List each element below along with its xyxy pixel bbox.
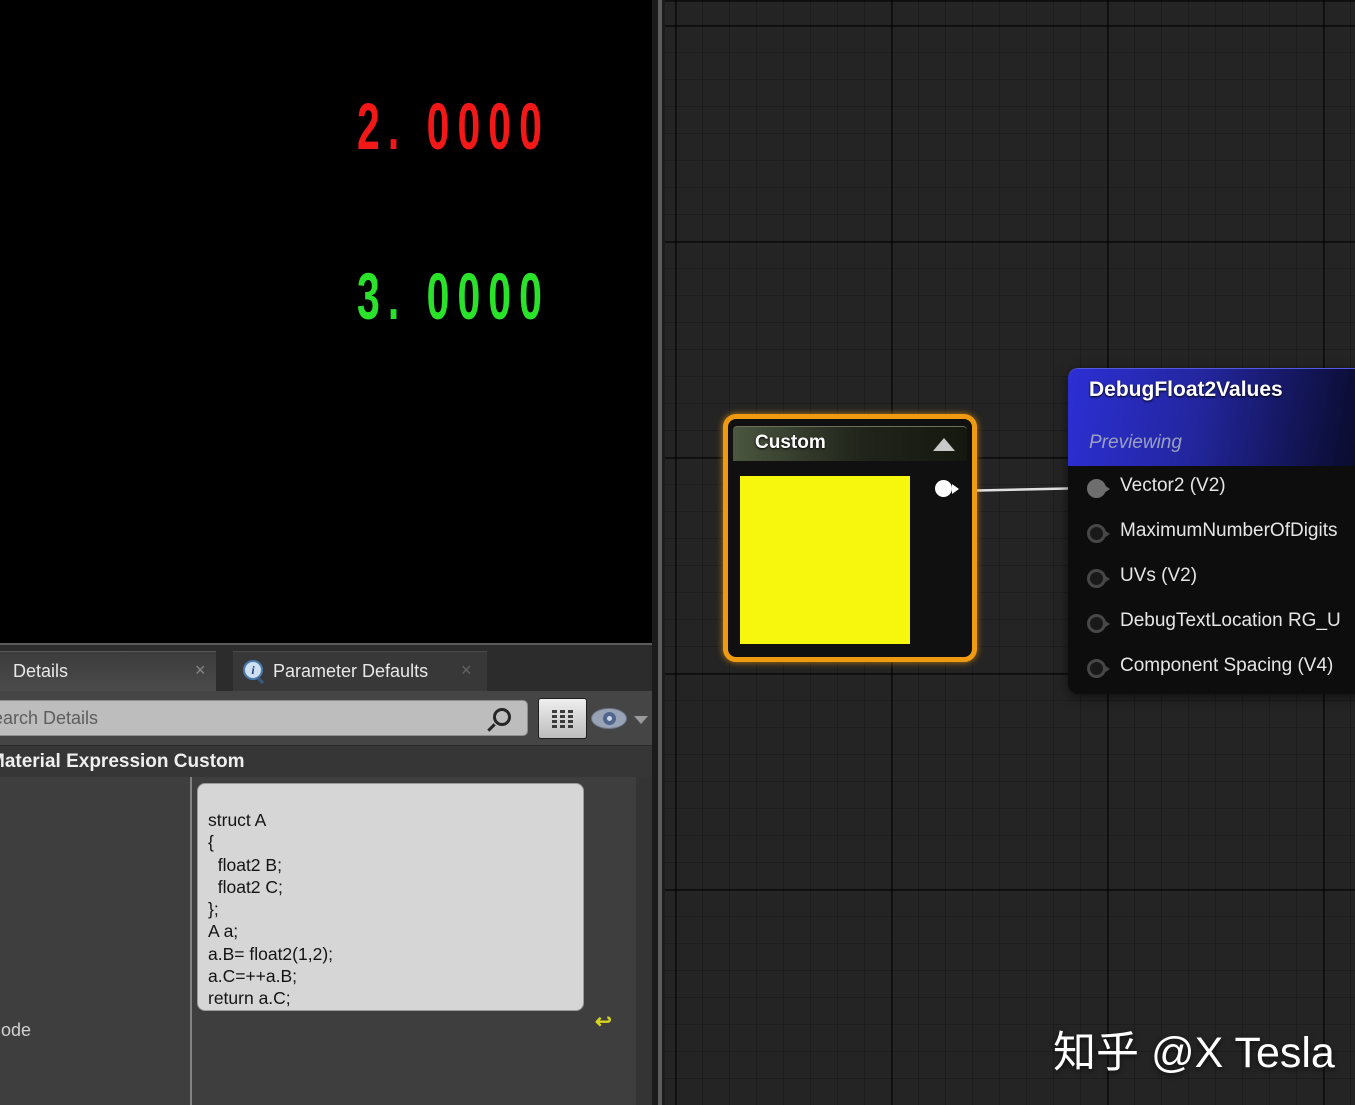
watermark: 知乎 @X Tesla (1053, 1029, 1335, 1077)
code-label: Code (0, 1020, 32, 1040)
close-icon[interactable]: × (461, 660, 472, 681)
search-details-box[interactable] (0, 700, 528, 736)
input-pin-componentspacing[interactable] (1087, 659, 1110, 678)
parameter-defaults-icon: i (243, 660, 263, 680)
custom-node-preview-swatch (740, 476, 910, 644)
debug-value-green: 3. 0000 (357, 259, 550, 333)
code-textarea[interactable]: struct A { float2 B; float2 C; }; A a; a… (197, 783, 584, 1011)
input-pin-label: DebugTextLocation RG_U (1120, 610, 1341, 631)
input-pin-label: UVs (V2) (1120, 565, 1198, 586)
grid-view-icon (552, 710, 557, 713)
debug-value-red: 2. 0000 (357, 89, 550, 163)
details-toolbar (0, 691, 652, 745)
reset-to-default-icon[interactable]: ↩ (595, 1012, 612, 1032)
debug-node-header[interactable]: DebugFloat2Values Previewing (1068, 368, 1355, 466)
close-icon[interactable]: × (195, 660, 206, 681)
chevron-down-icon[interactable] (634, 716, 648, 724)
custom-node-header[interactable]: Custom (733, 426, 967, 461)
input-row: DebugTextLocation RG_U (1068, 600, 1355, 645)
custom-node[interactable]: Custom (723, 414, 977, 662)
category-header[interactable]: Material Expression Custom (0, 745, 652, 779)
input-pin-maximumnumberofdigits[interactable] (1087, 524, 1110, 543)
tab-details-label: Details (13, 661, 69, 681)
input-row: MaximumNumberOfDigits (1068, 510, 1355, 555)
search-icon (493, 708, 511, 726)
grid-view-button[interactable] (538, 698, 587, 739)
eye-icon[interactable] (592, 709, 626, 728)
material-editor-window: 2. 0000 3. 0000 Details × i Parameter De… (0, 0, 1355, 1105)
details-scrollbar[interactable] (636, 777, 652, 1105)
debug-node-body: Vector2 (V2) MaximumNumberOfDigits UVs (… (1068, 465, 1355, 690)
input-row: Component Spacing (V4) (1068, 645, 1355, 690)
input-row: Vector2 (V2) (1068, 465, 1355, 510)
category-header-label: Material Expression Custom (0, 751, 245, 772)
collapse-arrow-icon[interactable] (933, 438, 955, 451)
code-value: struct A { float2 B; float2 C; }; A a; a… (208, 810, 334, 1009)
details-tabbar: Details × i Parameter Defaults × (0, 651, 652, 692)
input-row: UVs (V2) (1068, 555, 1355, 600)
input-pin-uvs[interactable] (1087, 569, 1110, 588)
search-input[interactable] (0, 704, 453, 732)
input-pin-debugtextlocation[interactable] (1087, 614, 1110, 633)
column-splitter[interactable] (190, 777, 192, 1105)
panel-splitter[interactable] (652, 0, 665, 1105)
details-panel: Details × i Parameter Defaults × Materia… (0, 645, 652, 1105)
input-pin-label: Component Spacing (V4) (1120, 655, 1334, 676)
custom-node-title: Custom (755, 432, 826, 453)
debugfloat2values-node[interactable]: DebugFloat2Values Previewing Vector2 (V2… (1068, 368, 1355, 694)
input-pin-vector2[interactable] (1087, 479, 1110, 498)
tab-details[interactable]: Details × (0, 651, 216, 692)
input-pin-label: MaximumNumberOfDigits (1120, 520, 1338, 541)
debug-node-title: DebugFloat2Values (1089, 378, 1283, 401)
details-rows: Code struct A { float2 B; float2 C; }; A… (0, 777, 652, 1105)
tab-parameter-defaults-label: Parameter Defaults (273, 661, 429, 681)
material-graph-canvas[interactable]: Custom DebugFloat2Values Previewing Vect… (665, 0, 1355, 1105)
custom-node-output-pin[interactable] (935, 480, 959, 497)
material-preview-viewport[interactable]: 2. 0000 3. 0000 (0, 0, 652, 643)
tab-parameter-defaults[interactable]: i Parameter Defaults × (233, 651, 487, 692)
debug-node-subtitle: Previewing (1089, 432, 1182, 453)
input-pin-label: Vector2 (V2) (1120, 475, 1226, 496)
